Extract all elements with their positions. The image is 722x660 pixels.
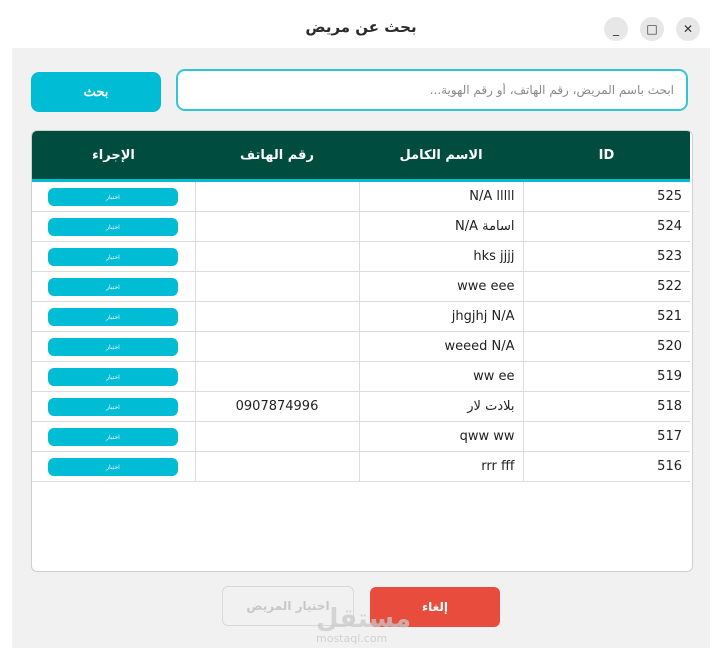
close-icon: ✕: [682, 22, 694, 36]
phone-cell: [194, 361, 359, 392]
id-cell: 516: [522, 451, 690, 482]
title-bar: بحث عن مريض _ □ ✕: [0, 0, 722, 48]
id-cell: 518: [522, 391, 690, 422]
select-patient-button[interactable]: اختيار: [48, 337, 178, 356]
watermark-url: mostaql.com: [316, 632, 388, 645]
id-cell: 521: [522, 301, 690, 332]
table-row[interactable]: اختيار N/A lllll 525: [32, 180, 690, 212]
watermark-logo: مستقل: [316, 604, 412, 634]
phone-cell: [194, 331, 359, 362]
select-patient-button[interactable]: اختيار: [48, 277, 178, 296]
phone-cell: [194, 271, 359, 302]
action-cell: اختيار: [32, 331, 195, 362]
close-button[interactable]: ✕: [676, 17, 700, 41]
patients-table: الإجراء رقم الهاتف الاسم الكامل ID اختيا…: [31, 130, 693, 572]
table-row[interactable]: اختيار اسامة N/A 524: [32, 211, 690, 242]
select-patient-button[interactable]: اختيار: [48, 247, 178, 266]
phone-cell: [194, 421, 359, 452]
table-row[interactable]: اختيار qww ww 517: [32, 421, 690, 452]
name-cell: N/A lllll: [358, 180, 523, 212]
name-cell: ww ee: [358, 361, 523, 392]
name-cell: jhgjhj N/A: [358, 301, 523, 332]
header-phone: رقم الهاتف: [195, 131, 359, 182]
minimize-button[interactable]: _: [604, 17, 628, 41]
id-cell: 523: [522, 241, 690, 272]
action-cell: اختيار: [32, 391, 195, 422]
name-cell: rrr fff: [358, 451, 523, 482]
select-patient-button[interactable]: اختيار: [48, 397, 178, 416]
phone-cell: [194, 180, 359, 212]
table-row[interactable]: اختيار weeed N/A 520: [32, 331, 690, 362]
name-cell: qww ww: [358, 421, 523, 452]
action-cell: اختيار: [32, 421, 195, 452]
phone-cell: [194, 301, 359, 332]
action-cell: اختيار: [32, 241, 195, 272]
select-patient-button[interactable]: اختيار: [48, 187, 178, 206]
phone-cell: 0907874996: [194, 391, 359, 422]
action-cell: اختيار: [32, 451, 195, 482]
id-cell: 522: [522, 271, 690, 302]
dialog-body: بحث الإجراء رقم الهاتف الاسم الكامل ID ا…: [12, 48, 710, 648]
action-cell: اختيار: [32, 211, 195, 242]
select-patient-button[interactable]: اختيار: [48, 217, 178, 236]
select-patient-button[interactable]: اختيار: [48, 457, 178, 476]
header-action: الإجراء: [32, 131, 195, 182]
id-cell: 519: [522, 361, 690, 392]
action-cell: اختيار: [32, 301, 195, 332]
table-row[interactable]: اختيار wwe eee 522: [32, 271, 690, 302]
name-cell: hks jjjj: [358, 241, 523, 272]
phone-cell: [194, 241, 359, 272]
header-id: ID: [523, 131, 690, 182]
id-cell: 517: [522, 421, 690, 452]
select-patient-button[interactable]: اختيار: [48, 307, 178, 326]
name-cell: weeed N/A: [358, 331, 523, 362]
table-row[interactable]: اختيار ww ee 519: [32, 361, 690, 392]
name-cell: wwe eee: [358, 271, 523, 302]
header-name: الاسم الكامل: [359, 131, 523, 182]
maximize-button[interactable]: □: [640, 17, 664, 41]
phone-cell: [194, 211, 359, 242]
id-cell: 524: [522, 211, 690, 242]
action-cell: اختيار: [32, 361, 195, 392]
name-cell: اسامة N/A: [358, 211, 523, 242]
table-row[interactable]: اختيار jhgjhj N/A 521: [32, 301, 690, 332]
minimize-icon: _: [613, 22, 619, 36]
search-input[interactable]: [176, 69, 688, 111]
select-patient-button[interactable]: اختيار: [48, 367, 178, 386]
maximize-icon: □: [646, 22, 658, 36]
action-cell: اختيار: [32, 180, 195, 212]
table-row[interactable]: اختيار hks jjjj 523: [32, 241, 690, 272]
phone-cell: [194, 451, 359, 482]
table-row[interactable]: اختيار 0907874996 بلادت لار 518: [32, 391, 690, 422]
table-row[interactable]: اختيار rrr fff 516: [32, 451, 690, 482]
table-header-row: الإجراء رقم الهاتف الاسم الكامل ID: [32, 131, 690, 182]
id-cell: 525: [522, 180, 690, 212]
search-button[interactable]: بحث: [31, 72, 161, 112]
action-cell: اختيار: [32, 271, 195, 302]
name-cell: بلادت لار: [358, 391, 523, 422]
id-cell: 520: [522, 331, 690, 362]
select-patient-button[interactable]: اختيار: [48, 427, 178, 446]
